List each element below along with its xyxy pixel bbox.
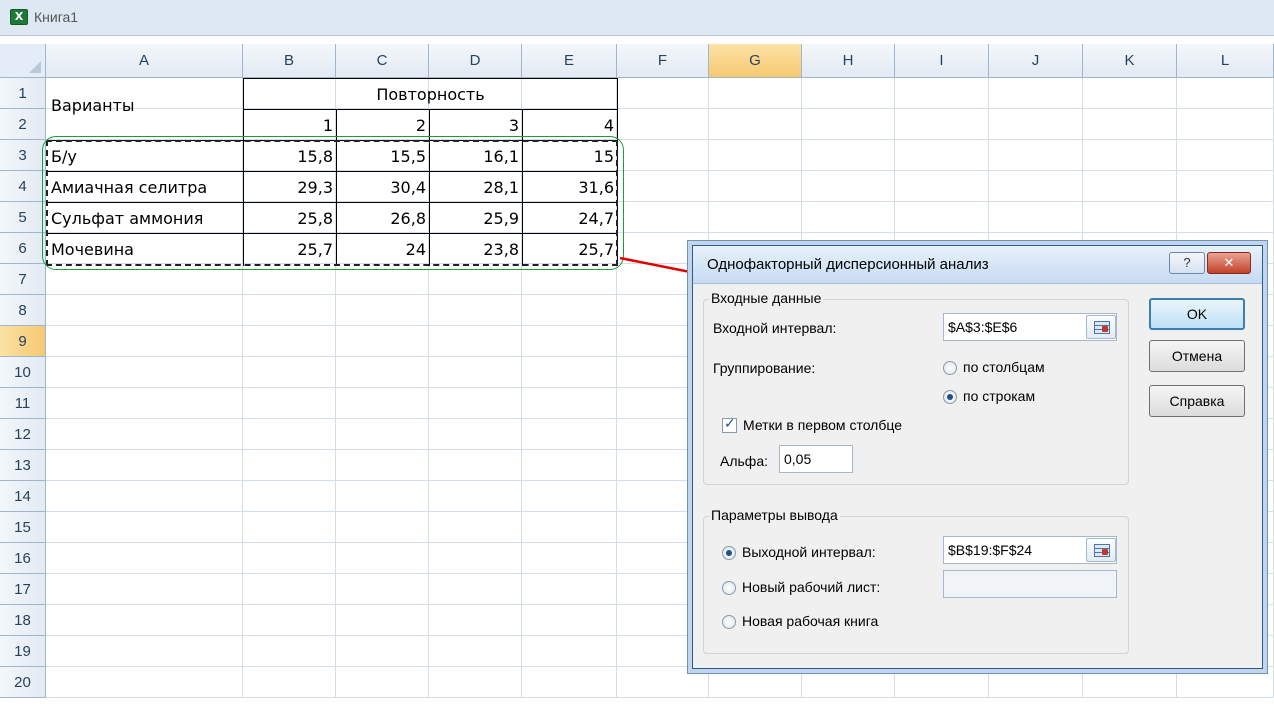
grouping-by-columns-radio[interactable] xyxy=(943,361,957,375)
new-book-radio[interactable] xyxy=(722,615,736,629)
anova-dialog: Однофакторный дисперсионный анализ ? ✕ В… xyxy=(692,245,1263,669)
row-header-12[interactable]: 12 xyxy=(0,419,46,450)
column-header-i[interactable]: I xyxy=(895,44,989,78)
dialog-title: Однофакторный дисперсионный анализ xyxy=(707,256,989,273)
row-header-14[interactable]: 14 xyxy=(0,481,46,512)
column-header-f[interactable]: F xyxy=(617,44,709,78)
row-header-13[interactable]: 13 xyxy=(0,450,46,481)
select-all-corner[interactable] xyxy=(0,44,46,78)
new-sheet-label[interactable]: Новый рабочий лист: xyxy=(742,579,880,595)
row-header-17[interactable]: 17 xyxy=(0,574,46,605)
input-range-collapse-button[interactable] xyxy=(1086,315,1116,339)
output-range-radio[interactable] xyxy=(722,546,736,560)
cell-header-repeat[interactable]: Повторность xyxy=(243,79,618,110)
excel-icon: X xyxy=(10,9,28,25)
row-header-4[interactable]: 4 xyxy=(0,171,46,202)
row-header-10[interactable]: 10 xyxy=(0,357,46,388)
cancel-button[interactable]: Отмена xyxy=(1149,340,1245,372)
row-header-9[interactable]: 9 xyxy=(0,326,46,357)
grouping-by-rows-radio[interactable] xyxy=(943,390,957,404)
column-header-e[interactable]: E xyxy=(522,44,617,78)
dialog-title-bar[interactable]: Однофакторный дисперсионный анализ ? ✕ xyxy=(693,246,1262,284)
column-header-k[interactable]: K xyxy=(1083,44,1177,78)
column-header-l[interactable]: L xyxy=(1177,44,1274,78)
range-highlight-outline xyxy=(42,136,624,270)
grouping-label: Группирование: xyxy=(713,360,816,376)
row-header-19[interactable]: 19 xyxy=(0,636,46,667)
column-header-h[interactable]: H xyxy=(802,44,895,78)
row-header-2[interactable]: 2 xyxy=(0,109,46,140)
column-header-b[interactable]: B xyxy=(243,44,336,78)
row-header-18[interactable]: 18 xyxy=(0,605,46,636)
grouping-by-rows-label[interactable]: по строкам xyxy=(963,388,1035,404)
row-header-1[interactable]: 1 xyxy=(0,78,46,109)
row-header-7[interactable]: 7 xyxy=(0,264,46,295)
column-header-d[interactable]: D xyxy=(429,44,522,78)
output-range-collapse-button[interactable] xyxy=(1086,538,1116,562)
row-header-11[interactable]: 11 xyxy=(0,388,46,419)
row-header-16[interactable]: 16 xyxy=(0,543,46,574)
grouping-by-columns-label[interactable]: по столбцам xyxy=(963,359,1045,375)
help-button[interactable]: Справка xyxy=(1149,385,1245,417)
row-header-8[interactable]: 8 xyxy=(0,295,46,326)
labels-first-column-label[interactable]: Метки в первом столбце xyxy=(743,417,902,433)
row-header-5[interactable]: 5 xyxy=(0,202,46,233)
help-question-icon[interactable]: ? xyxy=(1169,252,1205,274)
cell-header-variants[interactable]: Варианты xyxy=(46,90,243,121)
row-header-20[interactable]: 20 xyxy=(0,667,46,698)
column-header-g[interactable]: G xyxy=(709,44,802,78)
new-sheet-field[interactable] xyxy=(943,570,1117,598)
output-range-label[interactable]: Выходной интервал: xyxy=(742,544,876,560)
column-header-c[interactable]: C xyxy=(336,44,429,78)
close-icon[interactable]: ✕ xyxy=(1207,252,1251,274)
output-options-group-label: Параметры вывода xyxy=(709,507,840,523)
alpha-field[interactable]: 0,05 xyxy=(779,445,853,473)
row-header-6[interactable]: 6 xyxy=(0,233,46,264)
new-sheet-radio[interactable] xyxy=(722,581,736,595)
labels-first-column-checkbox[interactable] xyxy=(722,416,737,433)
column-header-j[interactable]: J xyxy=(989,44,1083,78)
row-header-3[interactable]: 3 xyxy=(0,140,46,171)
ok-button[interactable]: OK xyxy=(1149,298,1245,330)
column-header-a[interactable]: A xyxy=(46,44,243,78)
row-header-15[interactable]: 15 xyxy=(0,512,46,543)
workbook-title-bar: X Книга1 xyxy=(0,0,1274,36)
input-range-label: Входной интервал: xyxy=(713,320,837,336)
alpha-label: Альфа: xyxy=(720,453,768,469)
new-book-label[interactable]: Новая рабочая книга xyxy=(742,613,878,629)
workbook-title: Книга1 xyxy=(34,9,79,25)
input-data-group-label: Входные данные xyxy=(709,290,824,306)
